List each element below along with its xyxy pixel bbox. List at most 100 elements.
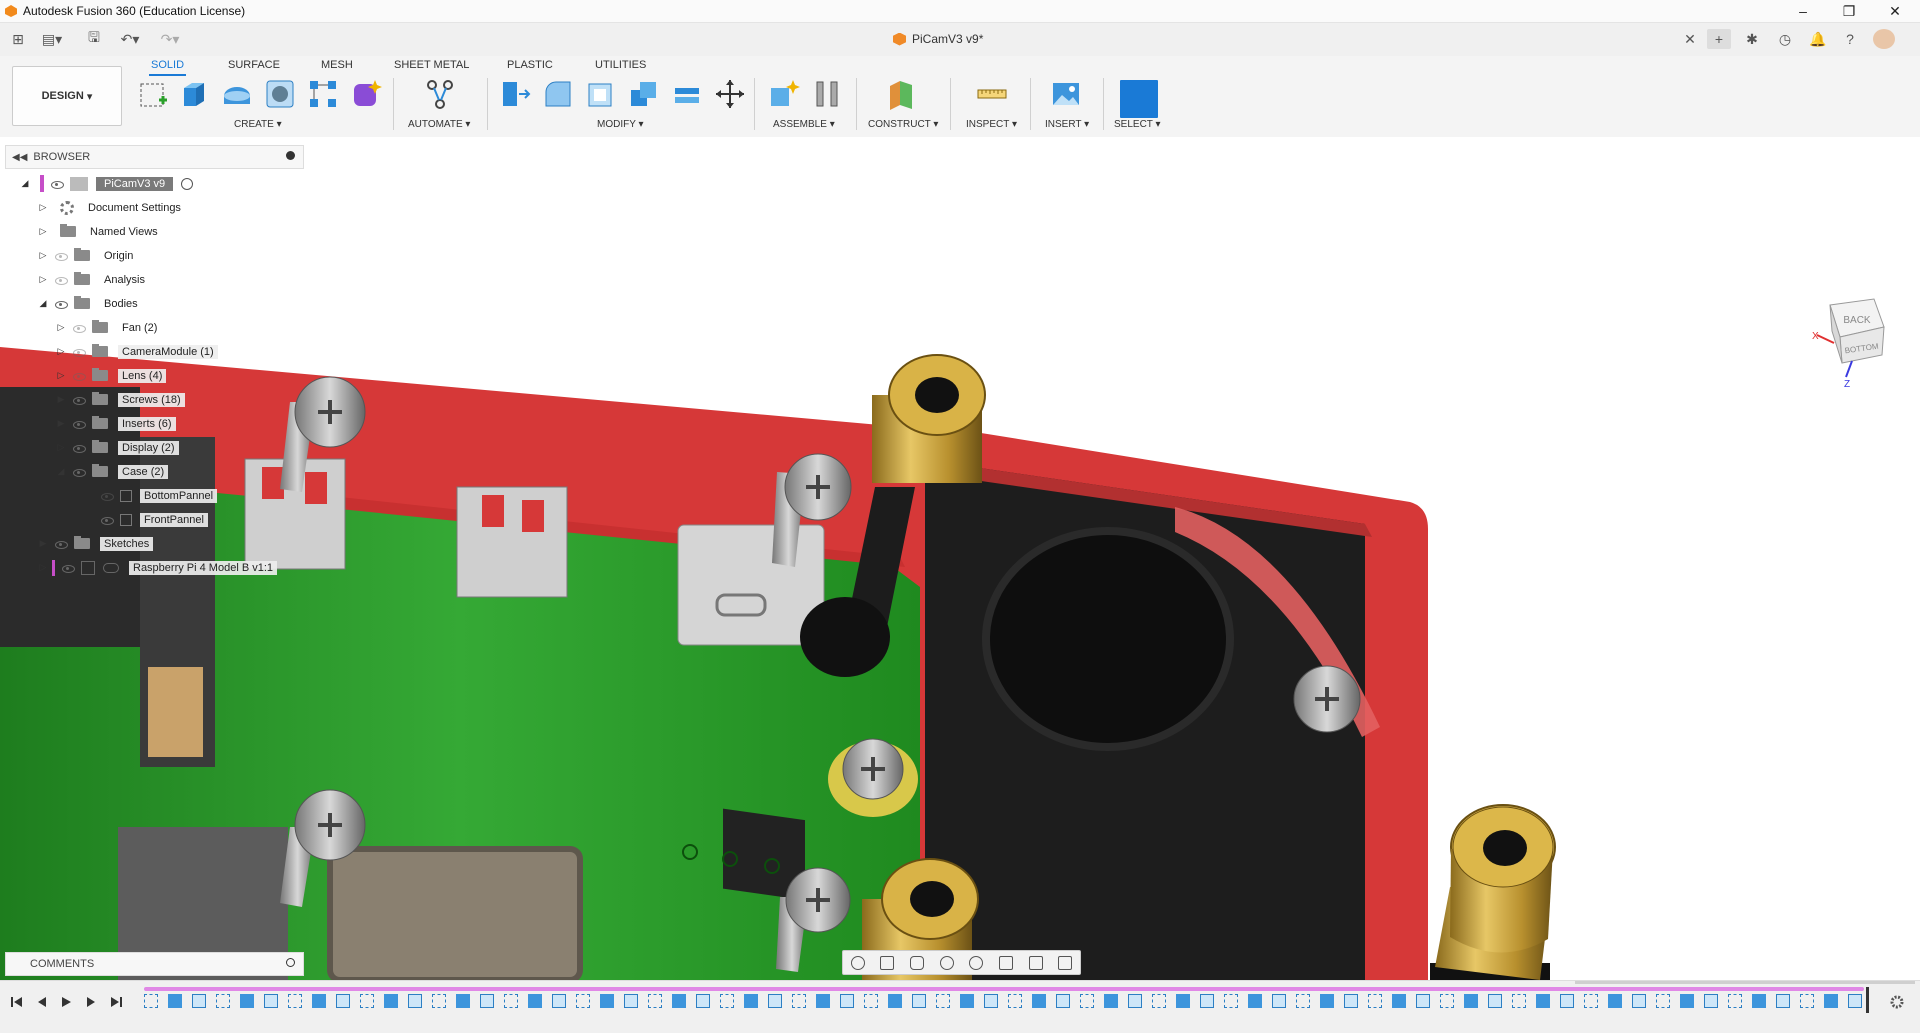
expand-icon[interactable]: ▷ [56, 346, 66, 357]
timeline-track[interactable] [144, 987, 1864, 991]
group-construct[interactable]: CONSTRUCT ▾ [868, 119, 938, 130]
visibility-icon[interactable] [72, 347, 86, 357]
timeline-feature-icon[interactable] [216, 994, 230, 1008]
tree-item-origin[interactable]: ▷ Origin [38, 246, 137, 265]
workspace-switcher[interactable]: DESIGN ▾ [12, 66, 122, 126]
pan-icon[interactable] [910, 955, 925, 970]
collapse-icon[interactable]: ◢ [20, 178, 30, 189]
go-to-start-icon[interactable] [10, 995, 24, 1009]
timeline-feature-icon[interactable] [936, 994, 950, 1008]
tree-label[interactable]: CameraModule (1) [118, 344, 218, 359]
timeline-feature-icon[interactable] [312, 994, 326, 1008]
joint-icon[interactable] [811, 78, 843, 110]
timeline-feature-icon[interactable] [192, 994, 206, 1008]
timeline-feature-icon[interactable] [1440, 994, 1454, 1008]
visibility-icon[interactable] [72, 419, 86, 429]
save-icon[interactable]: 🖫 [84, 29, 104, 49]
timeline-feature-icon[interactable] [1368, 994, 1382, 1008]
tab-sheet-metal[interactable]: SHEET METAL [394, 59, 469, 71]
timeline-feature-icon[interactable] [456, 994, 470, 1008]
timeline-feature-icon[interactable] [696, 994, 710, 1008]
visibility-icon[interactable] [54, 539, 68, 549]
user-avatar[interactable] [1873, 29, 1895, 49]
viewports-icon[interactable] [1058, 955, 1073, 970]
timeline-feature-icon[interactable] [432, 994, 446, 1008]
notifications-icon[interactable]: 🔔 [1808, 29, 1828, 49]
tree-label[interactable]: Inserts (6) [118, 416, 176, 431]
tree-item-document-settings[interactable]: ▷ Document Settings [38, 198, 185, 217]
tree-label[interactable]: Analysis [100, 273, 149, 287]
tree-item-front-pannel[interactable]: FrontPannel [94, 510, 208, 529]
tree-item-fan[interactable]: ▷ Fan (2) [56, 318, 161, 337]
timeline-feature-icon[interactable] [288, 994, 302, 1008]
redo-icon[interactable]: ↷▾ [156, 29, 184, 49]
grid-settings-icon[interactable] [1028, 955, 1043, 970]
group-modify[interactable]: MODIFY ▾ [597, 119, 644, 130]
timeline-feature-icon[interactable] [264, 994, 278, 1008]
go-to-end-icon[interactable] [109, 995, 123, 1009]
group-automate[interactable]: AUTOMATE ▾ [408, 119, 470, 130]
visibility-icon[interactable] [72, 395, 86, 405]
timeline-feature-icon[interactable] [1584, 994, 1598, 1008]
visibility-icon[interactable] [50, 179, 64, 189]
timeline-feature-icon[interactable] [1056, 994, 1070, 1008]
timeline-feature-icon[interactable] [552, 994, 566, 1008]
timeline-feature-icon[interactable] [1728, 994, 1742, 1008]
tree-root[interactable]: ◢ PiCamV3 v9 [20, 174, 194, 193]
timeline-feature-icon[interactable] [1152, 994, 1166, 1008]
expand-icon[interactable]: ▷ [56, 442, 66, 453]
screw-6[interactable] [1293, 665, 1361, 733]
visibility-icon[interactable] [72, 371, 86, 381]
move-icon[interactable] [714, 78, 746, 110]
create-sketch-icon[interactable] [137, 78, 169, 110]
timeline-feature-icon[interactable] [624, 994, 638, 1008]
tree-label[interactable]: Bodies [100, 297, 142, 311]
timeline-feature-icon[interactable] [1704, 994, 1718, 1008]
timeline-feature-icon[interactable] [744, 994, 758, 1008]
timeline-feature-icon[interactable] [1848, 994, 1862, 1008]
tree-item-camera-module[interactable]: ▷ CameraModule (1) [56, 342, 218, 361]
tree-item-analysis[interactable]: ▷ Analysis [38, 270, 149, 289]
tree-label[interactable]: Origin [100, 249, 137, 263]
timeline-feature-icon[interactable] [1176, 994, 1190, 1008]
timeline-feature-icon[interactable] [912, 994, 926, 1008]
tree-item-bodies[interactable]: ◢ Bodies [38, 294, 142, 313]
pin-icon[interactable] [286, 151, 295, 160]
step-forward-icon[interactable] [84, 995, 98, 1009]
close-button[interactable]: ✕ [1872, 0, 1918, 22]
group-select[interactable]: SELECT ▾ [1114, 119, 1161, 130]
visibility-icon[interactable] [72, 323, 86, 333]
expand-icon[interactable]: ▶ [56, 418, 66, 429]
timeline-feature-icon[interactable] [1392, 994, 1406, 1008]
tree-label[interactable]: Document Settings [84, 201, 185, 215]
timeline-feature-icon[interactable] [1488, 994, 1502, 1008]
expand-icon[interactable]: ▷ [56, 322, 66, 333]
timeline-feature-icon[interactable] [1104, 994, 1118, 1008]
create-form-icon[interactable] [350, 78, 382, 110]
fillet-icon[interactable] [542, 78, 574, 110]
visibility-icon[interactable] [100, 515, 114, 525]
activate-icon[interactable] [181, 177, 194, 190]
timeline-settings-icon[interactable] [1890, 995, 1904, 1009]
timeline-feature-icon[interactable] [336, 994, 350, 1008]
tree-item-bottom-pannel[interactable]: BottomPannel [94, 486, 218, 505]
timeline-feature-icon[interactable] [864, 994, 878, 1008]
standoff-3[interactable] [1430, 804, 1556, 980]
tab-surface[interactable]: SURFACE [228, 59, 280, 71]
undo-icon[interactable]: ↶▾ [116, 29, 144, 49]
visibility-icon[interactable] [72, 443, 86, 453]
tree-item-case[interactable]: ◢ Case (2) [56, 462, 169, 481]
expand-icon[interactable]: ▷ [38, 562, 48, 573]
play-icon[interactable] [59, 995, 73, 1009]
view-cube-back-label[interactable]: BACK [1843, 315, 1871, 326]
tree-label[interactable]: Screws (18) [118, 392, 185, 407]
expand-icon[interactable]: ▶ [56, 394, 66, 405]
tree-label[interactable]: FrontPannel [140, 512, 208, 527]
timeline-feature-icon[interactable] [1008, 994, 1022, 1008]
collapse-icon[interactable]: ◢ [38, 298, 48, 309]
timeline-feature-icon[interactable] [600, 994, 614, 1008]
timeline-feature-icon[interactable] [1632, 994, 1646, 1008]
expand-icon[interactable]: ▷ [38, 226, 48, 237]
fan-disc[interactable] [982, 527, 1234, 751]
apps-grid-icon[interactable]: ⊞ [8, 29, 28, 49]
